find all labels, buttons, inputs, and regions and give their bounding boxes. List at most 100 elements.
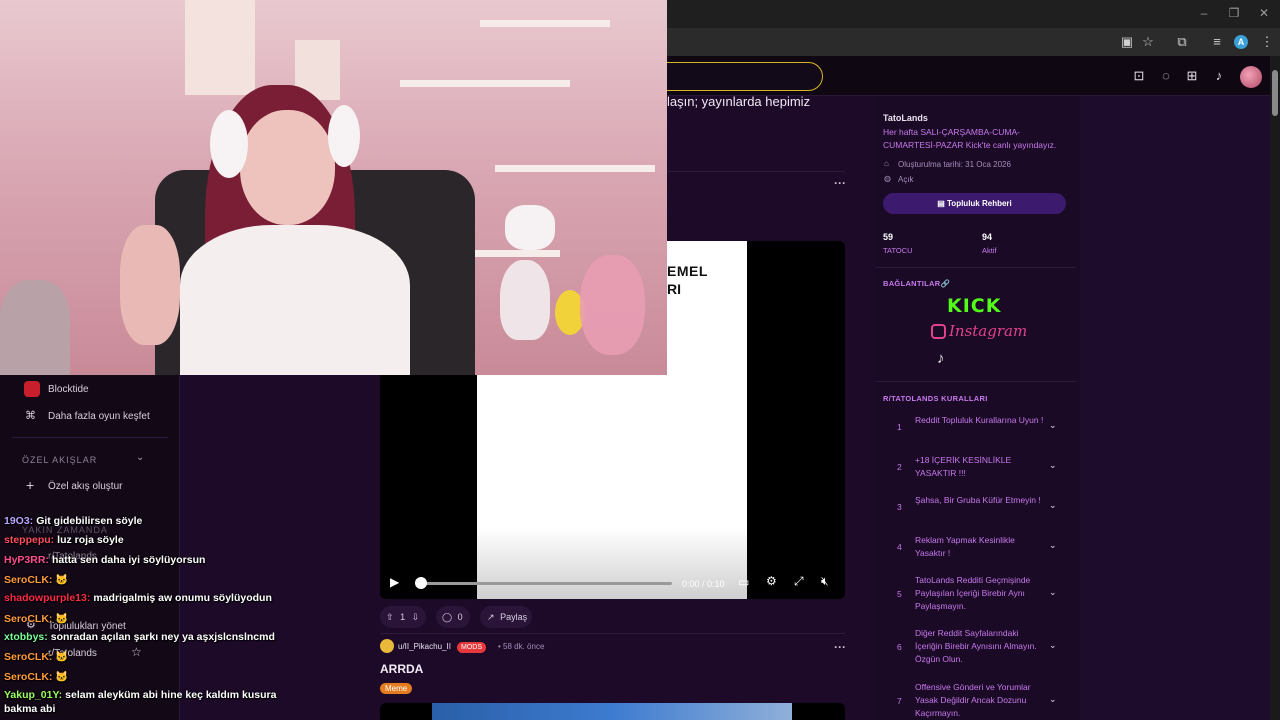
- comments-button[interactable]: ◯ 0: [436, 606, 470, 628]
- share-icon: ↗: [487, 612, 495, 622]
- post-time: • 58 dk. önce: [498, 642, 545, 651]
- chevron-down-icon[interactable]: ⌄: [1049, 540, 1057, 551]
- bell-icon[interactable]: ♪: [1210, 67, 1228, 85]
- rule-text[interactable]: Offensive Gönderi ve Yorumlar Yasak Deği…: [915, 681, 1045, 720]
- sidebar-item-discover-games[interactable]: Daha fazla oyun keşfet: [48, 411, 150, 422]
- headphone-left: [210, 110, 248, 178]
- play-icon[interactable]: ▶: [390, 575, 399, 589]
- tiktok-icon[interactable]: ♪: [937, 350, 945, 367]
- rule-text[interactable]: Reddit Topluluk Kurallarına Uyun !: [915, 414, 1045, 427]
- rule-number: 5: [897, 589, 902, 599]
- post-title[interactable]: laşın; yayınlarda hepimiz: [667, 94, 810, 109]
- chevron-down-icon[interactable]: ⌄: [1049, 460, 1057, 471]
- progress-bar[interactable]: [420, 582, 672, 585]
- extensions-icon[interactable]: ⧉: [1173, 33, 1191, 51]
- community-description: Her hafta SALI-ÇARŞAMBA-CUMA-CUMARTESİ-P…: [883, 127, 1057, 150]
- minimize-button[interactable]: –: [1194, 6, 1214, 20]
- rules-title: R/TATOLANDS KURALLARI: [883, 394, 988, 403]
- vote-count: 1: [400, 612, 406, 622]
- instagram-link[interactable]: Instagram: [949, 322, 1027, 340]
- scrollbar[interactable]: [1270, 56, 1280, 720]
- divider: [380, 633, 845, 634]
- share-button[interactable]: ↗ Paylaş: [480, 606, 532, 628]
- member-count: 59: [883, 232, 894, 242]
- rule-number: 1: [897, 422, 902, 432]
- mask-figure: [500, 260, 550, 340]
- bunny-mask: [580, 255, 645, 355]
- cast-icon[interactable]: ▣: [1118, 33, 1136, 51]
- chat-message: shadowpurple13: madrigalmiş aw onumu söyl…: [4, 592, 272, 604]
- user-avatar[interactable]: [1240, 66, 1262, 88]
- shelf: [400, 80, 570, 87]
- post-title[interactable]: ARRDA: [380, 662, 423, 676]
- create-icon[interactable]: ⊞: [1183, 67, 1201, 85]
- rule-number: 4: [897, 542, 902, 552]
- menu-icon[interactable]: ⋮: [1258, 33, 1276, 51]
- member-label: TATOCU: [883, 246, 913, 255]
- more-options-icon[interactable]: ···: [834, 640, 846, 654]
- maximize-button[interactable]: ❐: [1224, 6, 1244, 20]
- chat-icon[interactable]: ◌: [1157, 67, 1175, 85]
- created-date: Oluşturulma tarihi: 31 Oca 2026: [898, 160, 1011, 169]
- settings-icon[interactable]: ⚙: [766, 574, 777, 588]
- chevron-down-icon[interactable]: ⌄: [136, 452, 144, 463]
- fullscreen-icon[interactable]: ⤢: [794, 574, 804, 589]
- star-icon[interactable]: ☆: [131, 645, 142, 659]
- chevron-down-icon[interactable]: ⌄: [1049, 500, 1057, 511]
- author-avatar[interactable]: [380, 639, 394, 653]
- rule-text[interactable]: Şahsa, Bir Gruba Küfür Etmeyin !: [915, 494, 1045, 507]
- rule-text[interactable]: TatoLands Redditi Geçmişinde Paylaşılan …: [915, 574, 1045, 613]
- plush-figure: [0, 280, 70, 375]
- post-author[interactable]: u/II_Pikachu_II: [398, 642, 451, 651]
- webcam-overlay: [0, 0, 667, 375]
- scrollbar-thumb[interactable]: [1272, 70, 1278, 116]
- post-media[interactable]: [380, 703, 845, 720]
- more-options-icon[interactable]: ···: [834, 176, 846, 190]
- chat-message: SeroCLK: 🐱: [4, 574, 69, 586]
- globe-icon: ◍: [884, 174, 891, 183]
- rule-number: 7: [897, 696, 902, 706]
- rule-text[interactable]: Reklam Yapmak Kesinlikle Yasaktır !: [915, 534, 1045, 560]
- captions-icon[interactable]: ▭: [738, 575, 749, 589]
- custom-feeds-label[interactable]: ÖZEL AKIŞLAR: [22, 455, 97, 465]
- divider: [875, 267, 1076, 268]
- video-time: 0:00 / 0:10: [682, 579, 725, 589]
- upvote-icon[interactable]: ⇧: [386, 612, 394, 622]
- rule-text[interactable]: Diğer Reddit Sayfalarındaki İçeriğin Bir…: [915, 627, 1045, 666]
- chevron-down-icon[interactable]: ⌄: [1049, 694, 1057, 705]
- comment-count: 0: [457, 612, 463, 622]
- emote-icon: 🐱: [55, 613, 69, 625]
- progress-handle[interactable]: [415, 577, 427, 589]
- rule-text[interactable]: +18 İÇERİK KESİNLİKLE YASAKTIR !!!: [915, 454, 1045, 480]
- chevron-down-icon[interactable]: ⌄: [1049, 640, 1057, 651]
- vote-bar[interactable]: ⇧ 1 ⇩: [380, 606, 426, 628]
- chat-message: SeroCLK: 🐱: [4, 671, 69, 683]
- create-feed-button[interactable]: Özel akış oluştur: [48, 481, 122, 492]
- downvote-icon[interactable]: ⇩: [412, 612, 420, 622]
- streamer-hand: [120, 225, 180, 345]
- chat-message: SeroCLK: 🐱: [4, 651, 69, 663]
- headphone-right: [328, 105, 360, 167]
- chevron-down-icon[interactable]: ⌄: [1049, 587, 1057, 598]
- mute-icon[interactable]: 🔇︎: [821, 574, 829, 589]
- chat-message: xtobbys: sonradan açılan şarkı ney ya aşx…: [4, 631, 275, 643]
- chevron-down-icon[interactable]: ⌄: [1049, 420, 1057, 431]
- star-icon[interactable]: ☆: [1139, 33, 1157, 51]
- profile-icon[interactable]: A: [1234, 35, 1248, 49]
- community-name: TatoLands: [883, 113, 928, 123]
- shelf: [495, 165, 655, 172]
- visibility: Açık: [898, 175, 914, 184]
- kick-link[interactable]: KICK: [947, 295, 1001, 317]
- reading-list-icon[interactable]: ≡: [1208, 33, 1226, 51]
- community-guide-button[interactable]: ▤ Topluluk Rehberi: [883, 193, 1066, 214]
- wall-poster: [185, 0, 255, 95]
- close-window-button[interactable]: ✕: [1254, 6, 1274, 20]
- post-flair[interactable]: Meme: [380, 683, 413, 694]
- sidebar-item-blocktide[interactable]: Blocktide: [48, 384, 89, 395]
- ad-icon[interactable]: ⊡: [1130, 67, 1148, 85]
- divider: [875, 381, 1076, 382]
- emote-icon: 🐱: [55, 574, 69, 586]
- cake-icon: ⌂: [884, 159, 889, 168]
- divider: [12, 437, 168, 438]
- rule-number: 2: [897, 462, 902, 472]
